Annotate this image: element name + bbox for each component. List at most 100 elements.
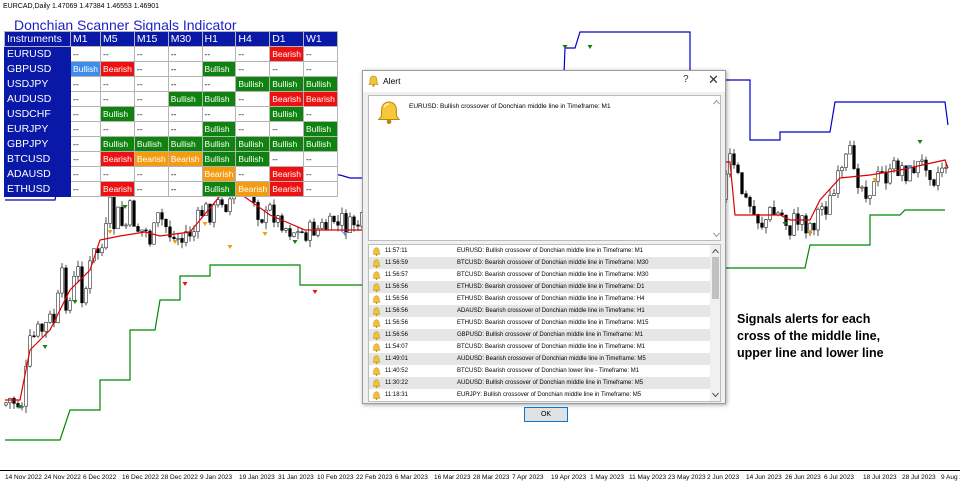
scroll-up-icon[interactable] — [712, 248, 719, 254]
scanner-row: GBPUSD Bullish Bearish -- -- Bullish -- -- -- — [4, 61, 338, 77]
candle-body — [928, 170, 932, 180]
signal-cell: Bullish — [269, 136, 305, 152]
candle-body — [804, 215, 808, 234]
alert-history-row[interactable]: 11:56:59 BTCUSD: Bearish crossover of Don… — [369, 257, 710, 269]
time-tick-label: 28 Dec 2022 — [161, 474, 198, 481]
bell-icon — [377, 101, 401, 125]
signal-cell: -- — [167, 61, 203, 77]
scanner-header-cell: W1 — [303, 31, 338, 47]
scanner-header-cell: H1 — [201, 31, 237, 47]
alert-dialog[interactable]: Alert ? ✕ EURUSD: Bullish crossover of D… — [362, 70, 726, 422]
signal-cell: -- — [235, 46, 271, 62]
alert-text: AUDUSD: Bearish crossover of Donchian mi… — [457, 355, 646, 362]
alert-history-row[interactable]: 11:56:56 ETHUSD: Bearish crossover of Don… — [369, 317, 710, 329]
signal-cell: -- — [167, 76, 203, 92]
alert-history-row[interactable]: 11:56:56 GBPUSD: Bullish crossover of Don… — [369, 329, 710, 341]
candle-body — [756, 214, 760, 224]
signal-cell: Bullish — [201, 136, 237, 152]
candle-body — [932, 179, 936, 186]
signal-cell: -- — [201, 46, 237, 62]
candle-body — [820, 206, 824, 210]
alert-history-row[interactable]: 11:18:31 EURJPY: Bullish crossover of Don… — [369, 389, 710, 401]
signal-arrow — [72, 300, 78, 304]
time-tick-label: 14 Jun 2023 — [746, 474, 782, 481]
candle-body — [120, 206, 124, 226]
signal-cell: Bullish — [269, 106, 305, 122]
candle-body — [340, 213, 344, 226]
signal-cell: Bearish — [269, 91, 305, 107]
time-tick-label: 1 May 2023 — [590, 474, 624, 481]
candle-body — [304, 232, 308, 241]
candle-body — [872, 181, 876, 196]
candle-body — [60, 267, 64, 294]
scroll-thumb[interactable] — [712, 257, 719, 299]
candle-body — [936, 172, 940, 186]
signal-cell: Bullish — [303, 121, 338, 137]
alert-history-row[interactable]: 11:57:11 EURUSD: Bullish crossover of Don… — [369, 245, 710, 257]
help-button[interactable]: ? — [683, 74, 689, 85]
candle-body — [852, 145, 856, 169]
alert-history-row[interactable]: 11:49:01 AUDUSD: Bearish crossover of Don… — [369, 353, 710, 365]
time-tick-label: 9 Aug 2023 — [941, 474, 960, 481]
signal-cell: -- — [303, 46, 338, 62]
candle-body — [160, 212, 164, 220]
signal-cell: Bearish — [133, 151, 169, 167]
candle-body — [112, 196, 116, 230]
close-button[interactable]: ✕ — [708, 72, 719, 88]
scroll-up-icon[interactable] — [713, 99, 720, 105]
alert-time: 11:56:59 — [385, 259, 408, 266]
alert-text: EURJPY: Bullish crossover of Donchian mi… — [457, 391, 642, 398]
alert-history-row[interactable]: 11:56:57 BTCUSD: Bearish crossover of Don… — [369, 269, 710, 281]
ok-button[interactable]: OK — [524, 407, 568, 422]
annotation-line: Signals alerts for each — [737, 312, 871, 326]
alert-history-row[interactable]: 11:56:56 ETHUSD: Bearish crossover of Don… — [369, 293, 710, 305]
alert-text: BTCUSD: Bearish crossover of Donchian mi… — [457, 343, 646, 350]
alert-history-row[interactable]: 11:56:56 ETHUSD: Bearish crossover of Don… — [369, 281, 710, 293]
time-tick-label: 11 May 2023 — [629, 474, 667, 481]
candle-body — [300, 231, 304, 233]
bell-icon — [372, 247, 381, 258]
alert-titlebar[interactable]: Alert ? ✕ — [363, 71, 725, 92]
candle-body — [268, 204, 272, 211]
alert-history-row[interactable]: 11:40:52 BTCUSD: Bearish crossover of Don… — [369, 365, 710, 377]
candle-body — [844, 153, 848, 168]
scanner-row: BTCUSD -- Bearish Bearish Bearish Bullish Bull… — [4, 151, 338, 167]
instrument-name: GBPJPY — [4, 136, 71, 152]
candle-body — [748, 197, 752, 207]
candle-body — [920, 159, 924, 162]
signal-cell: -- — [235, 91, 271, 107]
signal-cell: -- — [167, 46, 203, 62]
signal-cell: -- — [100, 76, 135, 92]
signal-cell: Bullish — [235, 151, 271, 167]
signal-cell: -- — [167, 166, 203, 182]
alert-history-row[interactable]: 11:54:07 BTCUSD: Bearish crossover of Don… — [369, 341, 710, 353]
candle-body — [260, 219, 264, 223]
signal-cell: -- — [69, 121, 102, 137]
candle-body — [796, 213, 800, 225]
candle-body — [200, 209, 204, 216]
candle-body — [788, 225, 792, 236]
history-scrollbar[interactable] — [710, 245, 720, 401]
chart-symbol-title: EURCAD,Daily 1.47069 1.47384 1.46553 1.4… — [3, 3, 160, 10]
candle-body — [732, 153, 736, 166]
bell-icon — [372, 367, 381, 378]
signal-cell: -- — [133, 166, 169, 182]
candle-body — [116, 206, 120, 230]
signal-cell: Bearish — [100, 181, 135, 197]
scroll-down-icon[interactable] — [712, 392, 719, 398]
instrument-name: EURJPY — [4, 121, 71, 137]
scanner-header-cell: M15 — [133, 31, 169, 47]
candle-body — [88, 260, 92, 289]
signal-cell: -- — [100, 91, 135, 107]
candle-body — [896, 160, 900, 176]
signal-cell: -- — [167, 106, 203, 122]
signal-cell: -- — [69, 76, 102, 92]
scroll-down-icon[interactable] — [713, 232, 720, 238]
alert-history-row[interactable]: 11:56:56 ADAUSD: Bearish crossover of Don… — [369, 305, 710, 317]
alert-history-row[interactable]: 11:30:22 AUDUSD: Bullish crossover of Don… — [369, 377, 710, 389]
time-tick-label: 28 Mar 2023 — [473, 474, 510, 481]
candle-body — [212, 204, 216, 223]
candle-body — [228, 198, 232, 212]
alert-history-list[interactable]: 11:57:11 EURUSD: Bullish crossover of Don… — [368, 244, 721, 402]
signal-cell: Bullish — [167, 91, 203, 107]
